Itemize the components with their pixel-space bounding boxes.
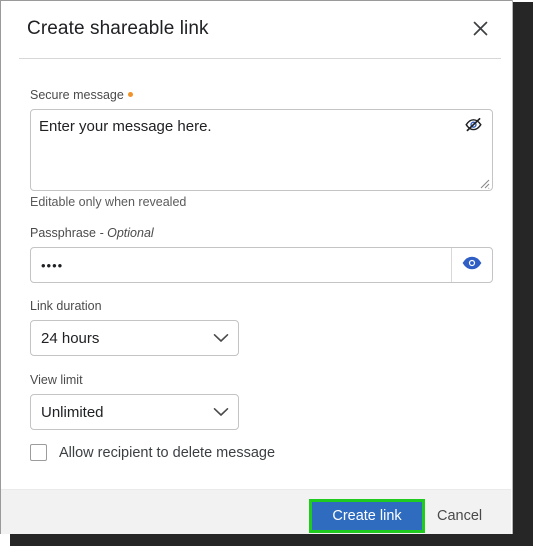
page-title: Create shareable link bbox=[27, 18, 209, 39]
browser-window-frame: Create shareable link Secure message Ent… bbox=[0, 0, 533, 546]
dialog-body: Secure message Enter your message here. bbox=[1, 59, 511, 489]
chevron-down-icon bbox=[204, 333, 238, 343]
dialog-footer bbox=[1, 489, 511, 534]
view-limit-label: View limit bbox=[30, 373, 83, 387]
secure-message-field[interactable]: Enter your message here. bbox=[30, 109, 493, 191]
close-icon bbox=[472, 20, 489, 42]
allow-delete-label: Allow recipient to delete message bbox=[59, 444, 276, 461]
textarea-resize-handle[interactable] bbox=[478, 176, 490, 189]
passphrase-input[interactable] bbox=[31, 248, 451, 282]
secure-message-input[interactable]: Enter your message here. bbox=[39, 118, 212, 135]
link-duration-label: Link duration bbox=[30, 299, 102, 313]
passphrase-optional-text: - Optional bbox=[99, 226, 154, 240]
window-shadow-right bbox=[513, 2, 533, 546]
eye-off-icon bbox=[464, 116, 483, 138]
required-dot-icon bbox=[127, 92, 133, 97]
secure-message-label: Secure message bbox=[30, 88, 133, 102]
dialog-header: Create shareable link bbox=[1, 1, 511, 59]
passphrase-label: Passphrase - Optional bbox=[30, 226, 154, 240]
create-shareable-link-dialog: Create shareable link Secure message Ent… bbox=[1, 1, 511, 534]
passphrase-field[interactable] bbox=[30, 247, 493, 283]
secure-message-helper-text: Editable only when revealed bbox=[30, 195, 187, 209]
passphrase-reveal-button[interactable] bbox=[451, 248, 492, 282]
eye-icon bbox=[462, 256, 482, 275]
create-link-button[interactable]: Create link bbox=[312, 502, 422, 530]
view-limit-value: Unlimited bbox=[41, 403, 104, 421]
close-button[interactable] bbox=[465, 16, 495, 46]
link-duration-select[interactable]: 24 hours bbox=[30, 320, 239, 356]
link-duration-value: 24 hours bbox=[41, 329, 100, 347]
chevron-down-icon bbox=[204, 407, 238, 417]
passphrase-label-text: Passphrase bbox=[30, 226, 97, 240]
secure-message-label-text: Secure message bbox=[30, 88, 124, 102]
view-limit-select[interactable]: Unlimited bbox=[30, 394, 239, 430]
cancel-button[interactable]: Cancel bbox=[437, 502, 482, 530]
window-shadow-bottom bbox=[10, 534, 533, 546]
allow-delete-row[interactable]: Allow recipient to delete message bbox=[30, 444, 275, 461]
secure-message-reveal-button[interactable] bbox=[461, 116, 485, 138]
allow-delete-checkbox[interactable] bbox=[30, 444, 47, 461]
